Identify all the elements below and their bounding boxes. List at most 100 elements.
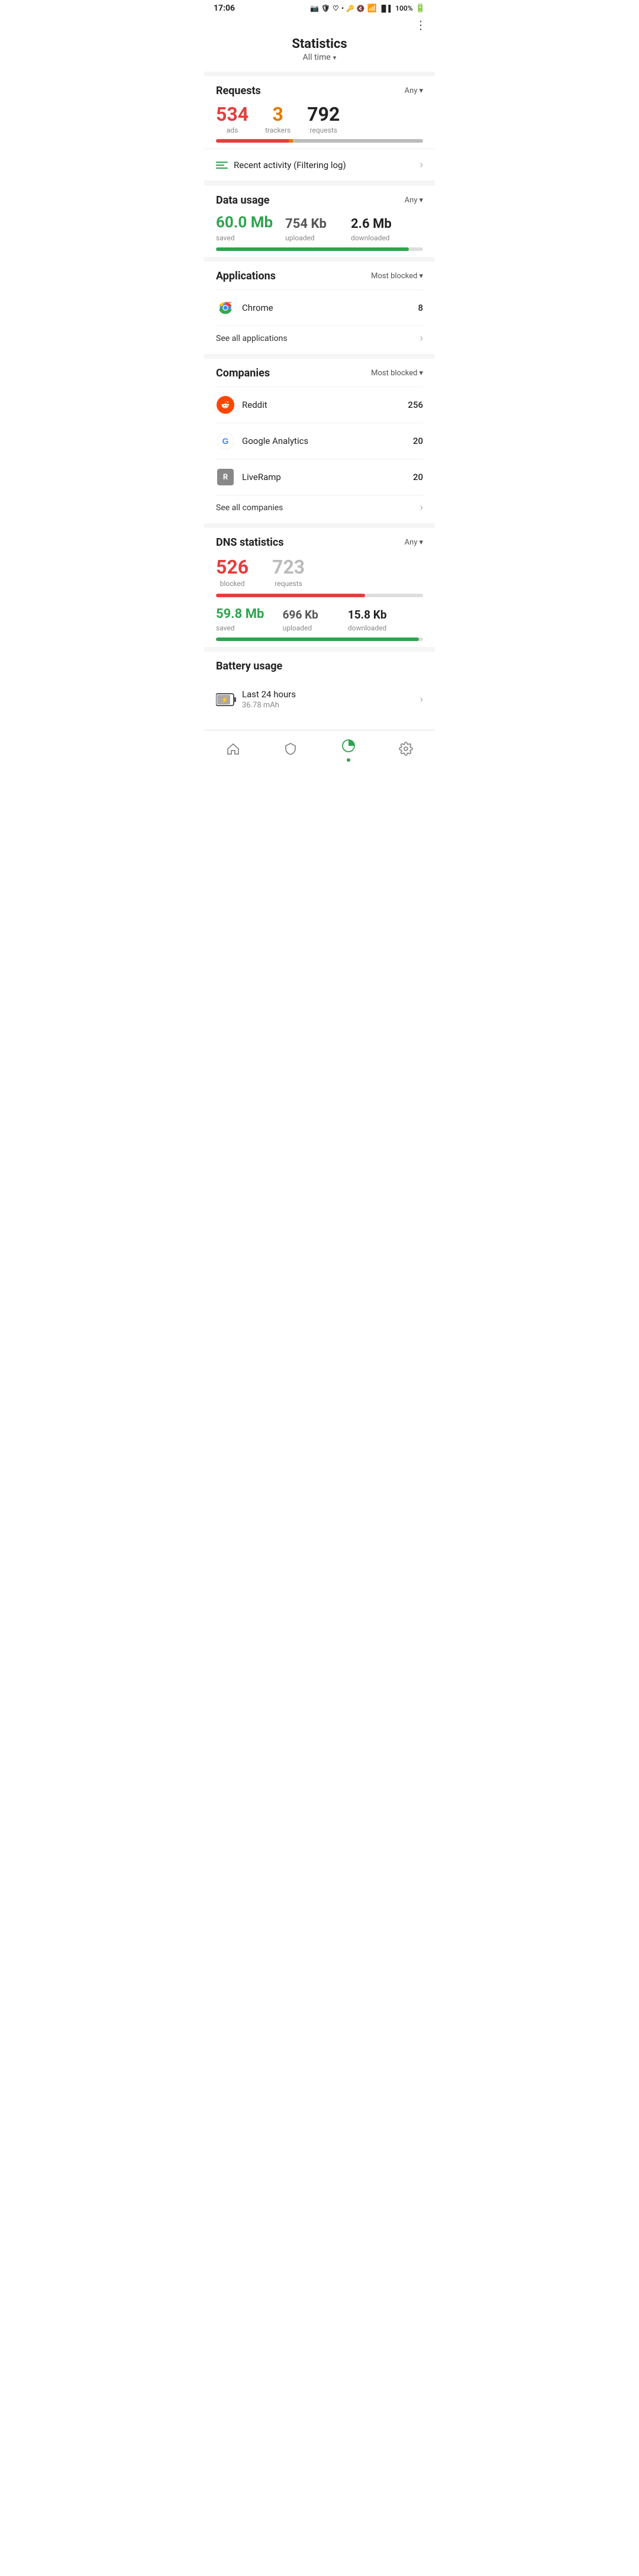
mute-icon: 🔇 bbox=[357, 5, 365, 12]
reddit-icon bbox=[216, 395, 235, 414]
applications-header: Applications Most blocked ▾ bbox=[216, 270, 423, 282]
battery-info: Last 24 hours 36.78 mAh bbox=[242, 689, 296, 710]
google-logo-svg: G bbox=[217, 433, 234, 449]
list-item: Chrome 8 bbox=[216, 289, 423, 326]
subtitle-chevron[interactable]: ▾ bbox=[333, 54, 337, 62]
dns-title: DNS statistics bbox=[216, 536, 284, 549]
companies-filter[interactable]: Most blocked ▾ bbox=[371, 369, 423, 378]
dns-uploaded-value: 696 Kb bbox=[283, 608, 318, 622]
chrome-icon bbox=[216, 298, 235, 317]
data-usage-filter-chevron: ▾ bbox=[419, 196, 423, 205]
battery-usage-icon: ⚡ bbox=[216, 693, 236, 707]
dns-statistics-section: DNS statistics Any ▾ 526 blocked 723 req… bbox=[204, 528, 435, 647]
dns-requests-value: 723 bbox=[272, 556, 305, 578]
data-usage-section: Data usage Any ▾ 60.0 Mb saved 754 Kb up… bbox=[204, 186, 435, 257]
data-usage-header: Data usage Any ▾ bbox=[216, 194, 423, 207]
dns-saved-stat: 59.8 Mb saved bbox=[216, 607, 271, 633]
dns-data-bar bbox=[216, 637, 423, 641]
requests-header: Requests Any ▾ bbox=[216, 85, 423, 97]
company-count-liveramp: 20 bbox=[413, 472, 423, 482]
ads-value: 534 bbox=[216, 104, 248, 125]
companies-header: Companies Most blocked ▾ bbox=[216, 367, 423, 379]
battery-chevron: › bbox=[420, 693, 423, 706]
svg-text:⚡: ⚡ bbox=[221, 696, 229, 704]
divider6 bbox=[204, 647, 435, 652]
battery-header: Battery usage bbox=[216, 660, 423, 672]
dns-requests-stat: 723 requests bbox=[272, 556, 305, 588]
data-usage-stats-row: 60.0 Mb saved 754 Kb uploaded 2.6 Mb dow… bbox=[216, 214, 423, 243]
divider5 bbox=[204, 523, 435, 528]
companies-filter-chevron: ▾ bbox=[419, 369, 423, 378]
ads-stat: 534 ads bbox=[216, 104, 248, 134]
bottom-nav bbox=[204, 730, 435, 776]
nav-item-settings[interactable] bbox=[389, 739, 422, 762]
dns-requests-label: requests bbox=[275, 579, 302, 588]
saved-stat: 60.0 Mb saved bbox=[216, 214, 273, 243]
dns-filter-chevron: ▾ bbox=[419, 538, 423, 547]
uploaded-label: uploaded bbox=[285, 234, 315, 242]
liveramp-icon: R bbox=[216, 468, 235, 487]
trackers-label: trackers bbox=[265, 126, 291, 134]
data-usage-bar-fill bbox=[216, 247, 409, 251]
more-menu-button[interactable]: ⋮ bbox=[415, 18, 427, 32]
see-all-applications-row[interactable]: See all applications › bbox=[216, 326, 423, 348]
list-item: R LiveRamp 20 bbox=[216, 459, 423, 495]
nav-active-indicator bbox=[347, 758, 350, 762]
nav-item-home[interactable] bbox=[217, 739, 250, 762]
applications-filter-chevron: ▾ bbox=[419, 272, 423, 281]
page-subtitle: All time ▾ bbox=[204, 53, 435, 72]
battery-item-title: Last 24 hours bbox=[242, 689, 296, 700]
svg-text:G: G bbox=[222, 436, 229, 446]
data-usage-filter[interactable]: Any ▾ bbox=[405, 196, 423, 205]
reddit-logo-svg bbox=[220, 399, 231, 411]
battery-item-subtitle: 36.78 mAh bbox=[242, 701, 296, 710]
applications-filter[interactable]: Most blocked ▾ bbox=[371, 272, 423, 281]
home-nav-icon bbox=[226, 742, 240, 759]
saved-value: 60.0 Mb bbox=[216, 214, 273, 231]
liveramp-logo: R bbox=[217, 469, 234, 485]
divider4 bbox=[204, 354, 435, 359]
dns-uploaded-stat: 696 Kb uploaded bbox=[283, 608, 336, 633]
company-name-google-analytics: Google Analytics bbox=[242, 436, 413, 446]
applications-section: Applications Most blocked ▾ Chrome bbox=[204, 262, 435, 354]
uploaded-value: 754 Kb bbox=[285, 217, 327, 231]
stats-nav-icon bbox=[341, 739, 356, 756]
shield-status-icon: 🛡 bbox=[321, 4, 330, 12]
company-name-liveramp: LiveRamp bbox=[242, 472, 413, 482]
dns-blocked-label: blocked bbox=[220, 579, 245, 588]
divider bbox=[204, 72, 435, 76]
shield-nav-icon bbox=[283, 742, 298, 759]
divider2 bbox=[204, 181, 435, 186]
company-count-google-analytics: 20 bbox=[413, 436, 423, 446]
key-icon: 🔑 bbox=[346, 5, 354, 12]
dot-icon: • bbox=[341, 4, 344, 12]
company-count-reddit: 256 bbox=[408, 400, 423, 410]
vpn-icon: ♡ bbox=[333, 4, 339, 12]
dns-blocked-value: 526 bbox=[216, 556, 248, 578]
dns-filter[interactable]: Any ▾ bbox=[405, 538, 423, 547]
battery-row[interactable]: ⚡ Last 24 hours 36.78 mAh › bbox=[216, 680, 423, 712]
dns-data-usage-row: 59.8 Mb saved 696 Kb uploaded 15.8 Kb do… bbox=[216, 607, 423, 633]
dns-bar-fill bbox=[216, 594, 365, 597]
dns-stats-row: 526 blocked 723 requests bbox=[216, 556, 423, 588]
requests-filter-chevron: ▾ bbox=[419, 86, 423, 95]
ads-bar-segment bbox=[216, 139, 289, 143]
downloaded-label: downloaded bbox=[351, 234, 389, 242]
dns-saved-value: 59.8 Mb bbox=[216, 607, 264, 622]
see-all-companies-row[interactable]: See all companies › bbox=[216, 495, 423, 517]
dns-bar bbox=[216, 594, 423, 597]
requests-filter[interactable]: Any ▾ bbox=[405, 86, 423, 95]
trackers-value: 3 bbox=[272, 104, 283, 125]
divider3 bbox=[204, 257, 435, 262]
activity-chevron: › bbox=[420, 159, 423, 171]
trackers-stat: 3 trackers bbox=[265, 104, 291, 134]
company-name-reddit: Reddit bbox=[242, 400, 408, 410]
see-all-applications-chevron: › bbox=[420, 332, 423, 344]
requests-label: requests bbox=[310, 126, 337, 134]
nav-item-shield[interactable] bbox=[274, 739, 307, 762]
applications-title: Applications bbox=[216, 270, 276, 282]
uploaded-stat: 754 Kb uploaded bbox=[285, 217, 339, 243]
recent-activity-row[interactable]: Recent activity (Filtering log) › bbox=[204, 149, 435, 181]
wifi-icon: 📶 bbox=[367, 4, 377, 13]
nav-item-stats[interactable] bbox=[332, 736, 365, 764]
